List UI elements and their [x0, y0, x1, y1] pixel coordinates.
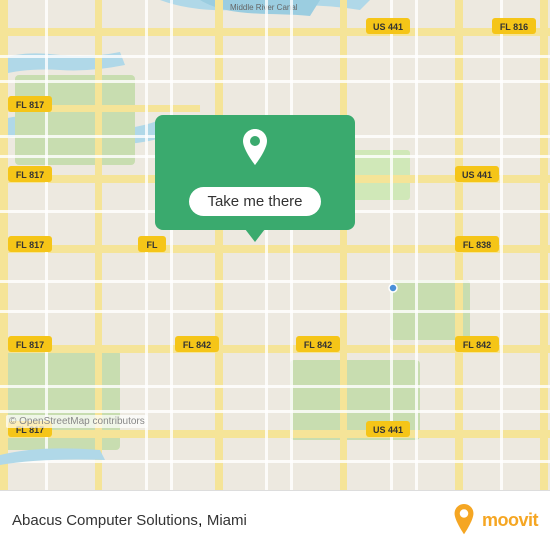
svg-text:FL 817: FL 817 [16, 170, 44, 180]
svg-text:US 441: US 441 [373, 22, 403, 32]
moovit-logo[interactable]: moovit [450, 504, 538, 538]
svg-text:US 441: US 441 [373, 425, 403, 435]
svg-text:FL 817: FL 817 [16, 100, 44, 110]
svg-text:Middle River Canal: Middle River Canal [230, 3, 298, 12]
location-name: Abacus Computer Solutions [12, 512, 198, 529]
location-separator: , [198, 512, 207, 529]
svg-text:FL 838: FL 838 [463, 240, 491, 250]
map-area: Middle River Canal [0, 0, 550, 490]
app: Middle River Canal [0, 0, 550, 550]
svg-text:FL: FL [147, 240, 158, 250]
bottom-bar: Abacus Computer Solutions, Miami moovit [0, 490, 550, 550]
svg-text:FL 817: FL 817 [16, 240, 44, 250]
svg-text:FL 842: FL 842 [463, 340, 491, 350]
location-pin-icon [237, 129, 273, 177]
svg-text:FL 816: FL 816 [500, 22, 528, 32]
svg-text:FL 842: FL 842 [304, 340, 332, 350]
svg-text:US 441: US 441 [462, 170, 492, 180]
map-popup: Take me there [155, 115, 355, 230]
location-city: Miami [207, 512, 247, 529]
moovit-pin-icon [450, 504, 478, 538]
svg-text:FL 842: FL 842 [183, 340, 211, 350]
svg-text:FL 817: FL 817 [16, 340, 44, 350]
popup-bubble: Take me there [155, 115, 355, 230]
take-me-there-button[interactable]: Take me there [189, 187, 320, 216]
location-info: Abacus Computer Solutions, Miami [12, 512, 247, 530]
moovit-brand-text: moovit [482, 510, 538, 531]
map-attribution: © OpenStreetMap contributors [6, 415, 148, 428]
